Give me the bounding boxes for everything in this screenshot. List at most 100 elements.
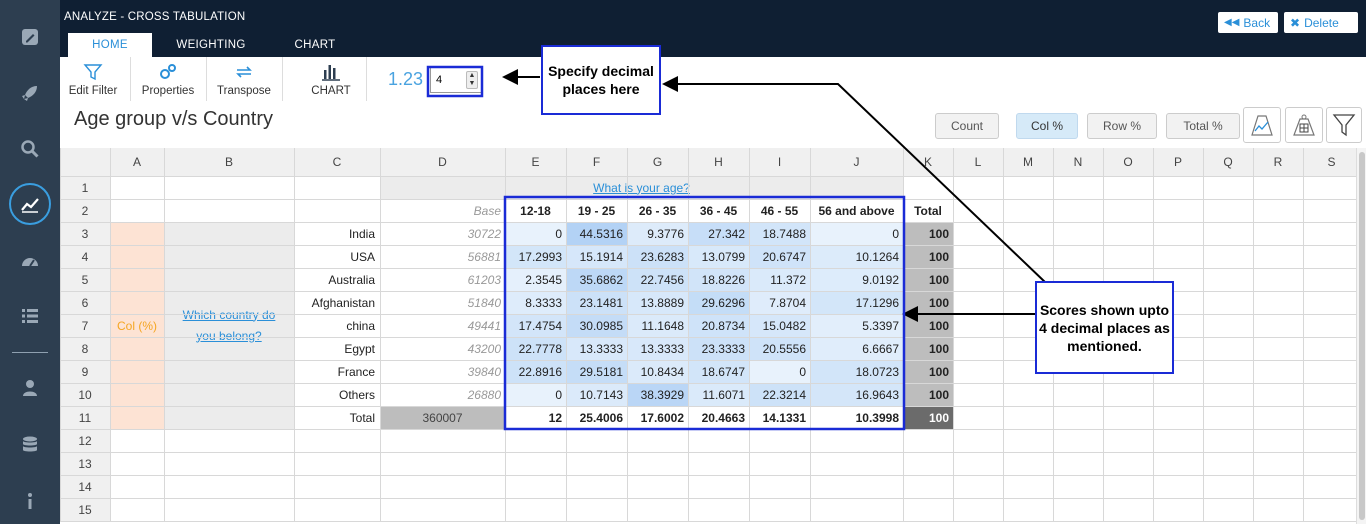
column-header[interactable]: N [1053,148,1103,176]
column-header[interactable]: S [1303,148,1360,176]
question-row-header[interactable]: Which country do you belong? [164,222,294,429]
column-header[interactable]: Q [1203,148,1253,176]
row-header[interactable]: 4 [60,245,110,268]
column-header[interactable]: R [1253,148,1303,176]
question-column-header[interactable]: What is your age? [380,176,903,199]
data-cell[interactable]: 6.6667 [810,337,903,360]
rocket-icon[interactable] [0,73,60,113]
properties-button[interactable]: Properties [136,57,200,101]
data-cell[interactable]: 18.0723 [810,360,903,383]
data-cell[interactable]: 15.1914 [566,245,627,268]
data-cell[interactable]: 7.8704 [749,291,810,314]
transpose-button[interactable]: Transpose [212,57,276,101]
data-cell[interactable]: 11.372 [749,268,810,291]
data-cell[interactable]: 29.5181 [566,360,627,383]
column-header[interactable]: D [380,148,505,176]
database-icon[interactable] [0,425,60,465]
data-cell[interactable]: 22.8916 [505,360,566,383]
column-header[interactable]: H [688,148,749,176]
search-icon[interactable] [0,129,60,169]
data-cell[interactable]: 9.3776 [627,222,688,245]
column-header[interactable]: J [810,148,903,176]
edit-icon[interactable] [0,17,60,57]
row-header[interactable]: 13 [60,452,110,475]
row-header[interactable]: 14 [60,475,110,498]
info-icon[interactable] [0,481,60,521]
data-cell[interactable]: 17.1296 [810,291,903,314]
row-percent-button[interactable]: Row % [1087,113,1157,139]
data-cell[interactable]: 30.0985 [566,314,627,337]
data-cell[interactable]: 17.2993 [505,245,566,268]
col-percent-button[interactable]: Col % [1016,113,1078,139]
stepper-arrows-icon[interactable]: ▲ ▼ [466,71,478,89]
decimal-places-stepper[interactable]: 4 ▲ ▼ [430,67,482,93]
data-cell[interactable]: 15.0482 [749,314,810,337]
row-header[interactable]: 9 [60,360,110,383]
data-cell[interactable]: 13.8889 [627,291,688,314]
user-icon[interactable] [0,368,60,408]
tab-weighting[interactable]: WEIGHTING [166,33,256,57]
data-cell[interactable]: 0 [810,222,903,245]
row-header[interactable]: 8 [60,337,110,360]
column-header[interactable]: O [1103,148,1153,176]
data-cell[interactable]: 23.3333 [688,337,749,360]
data-cell[interactable]: 22.7456 [627,268,688,291]
column-header[interactable]: E [505,148,566,176]
dashboard-icon[interactable] [0,241,60,281]
significance-button[interactable] [1243,107,1281,143]
row-header[interactable]: 3 [60,222,110,245]
row-header[interactable]: 6 [60,291,110,314]
data-cell[interactable]: 9.0192 [810,268,903,291]
column-header[interactable]: M [1003,148,1053,176]
data-cell[interactable]: 13.3333 [627,337,688,360]
column-header[interactable]: C [294,148,380,176]
column-header[interactable]: F [566,148,627,176]
column-header[interactable]: A [110,148,164,176]
data-cell[interactable]: 5.3397 [810,314,903,337]
analytics-icon[interactable] [0,183,60,225]
data-cell[interactable]: 35.6862 [566,268,627,291]
column-header[interactable]: G [627,148,688,176]
data-cell[interactable]: 20.6747 [749,245,810,268]
column-header[interactable]: L [953,148,1003,176]
data-cell[interactable]: 10.7143 [566,383,627,406]
chart-button[interactable]: CHART [300,57,362,101]
data-cell[interactable]: 22.3214 [749,383,810,406]
tab-home[interactable]: HOME [68,33,152,57]
back-button[interactable]: ◀◀ Back [1218,12,1278,33]
data-cell[interactable]: 16.9643 [810,383,903,406]
edit-filter-button[interactable]: Edit Filter [63,57,123,101]
data-cell[interactable]: 18.6747 [688,360,749,383]
data-cell[interactable]: 18.8226 [688,268,749,291]
data-cell[interactable]: 23.6283 [627,245,688,268]
data-cell[interactable]: 10.1264 [810,245,903,268]
data-cell[interactable]: 13.3333 [566,337,627,360]
list-icon[interactable] [0,296,60,336]
data-cell[interactable]: 27.342 [688,222,749,245]
row-header[interactable]: 11 [60,406,110,429]
row-header[interactable]: 1 [60,176,110,199]
scrollbar-thumb[interactable] [1359,152,1365,520]
data-cell[interactable]: 18.7488 [749,222,810,245]
row-header[interactable]: 5 [60,268,110,291]
column-header[interactable]: P [1153,148,1203,176]
data-cell[interactable]: 0 [749,360,810,383]
delete-button[interactable]: ✖ Delete [1284,12,1358,33]
weight-table-button[interactable] [1285,107,1323,143]
data-cell[interactable]: 22.7778 [505,337,566,360]
column-header[interactable]: K [903,148,953,176]
row-header[interactable]: 12 [60,429,110,452]
data-cell[interactable]: 20.5556 [749,337,810,360]
row-header[interactable]: 15 [60,498,110,521]
column-header[interactable]: B [164,148,294,176]
data-cell[interactable]: 20.8734 [688,314,749,337]
row-header[interactable]: 10 [60,383,110,406]
count-button[interactable]: Count [935,113,999,139]
tab-chart[interactable]: CHART [282,33,348,57]
data-cell[interactable]: 29.6296 [688,291,749,314]
row-header[interactable]: 7 [60,314,110,337]
data-cell[interactable]: 11.1648 [627,314,688,337]
total-percent-button[interactable]: Total % [1166,113,1240,139]
data-cell[interactable]: 0 [505,222,566,245]
data-cell[interactable]: 44.5316 [566,222,627,245]
